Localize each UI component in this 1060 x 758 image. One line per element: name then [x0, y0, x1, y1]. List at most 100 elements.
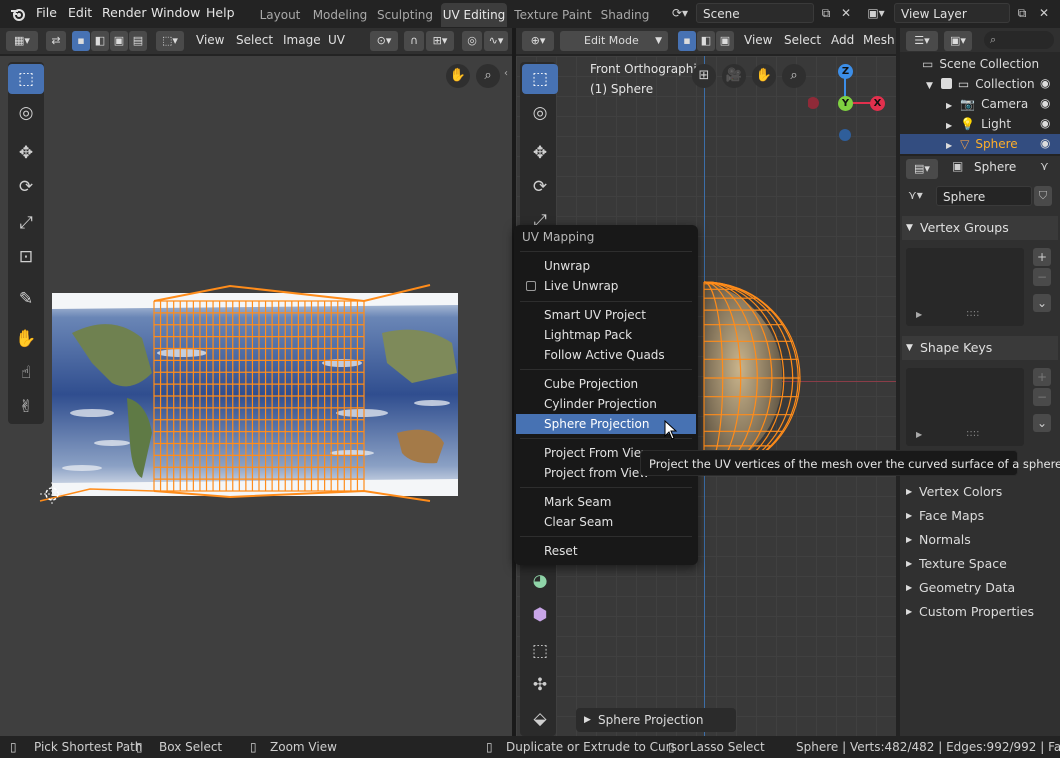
menu-item-cylinder-projection[interactable]: Cylinder Projection [516, 394, 696, 414]
list-resize-handle[interactable]: :::: [966, 428, 979, 439]
add-shape-key-button[interactable]: + [1033, 368, 1051, 386]
grid-toggle-icon[interactable]: ⊞ [692, 64, 716, 88]
eye-icon[interactable]: ◉ [1040, 116, 1050, 130]
list-resize-handle[interactable]: :::: [966, 308, 979, 319]
2d-cursor-icon[interactable] [40, 482, 64, 506]
panel-shape-keys[interactable]: ▼ Shape Keys [902, 336, 1058, 360]
outliner-search-input[interactable]: ⌕ [984, 31, 1054, 49]
snap-mode-icon[interactable]: ⊞▾ [426, 31, 454, 51]
uv-menu-image[interactable]: Image [283, 33, 321, 47]
outliner-row-camera[interactable]: ▶ 📷 Camera [900, 94, 1060, 114]
mesh-name-field[interactable]: Sphere [936, 186, 1032, 206]
live-unwrap-checkbox[interactable] [526, 281, 536, 291]
vp-rip-tool-icon[interactable]: ⬙ [522, 704, 558, 734]
menu-item-smart-uv-project[interactable]: Smart UV Project [516, 305, 696, 325]
zoom-view-icon[interactable]: ⌕ [476, 64, 500, 88]
menu-item-follow-active-quads[interactable]: Follow Active Quads [516, 345, 696, 365]
rotate-tool-icon[interactable]: ⟳ [8, 172, 44, 202]
uv-menu-view[interactable]: View [196, 33, 224, 47]
menu-file[interactable]: File [36, 5, 57, 20]
remove-shape-key-button[interactable]: − [1033, 388, 1051, 406]
expand-arrow-icon[interactable]: ▶ [946, 101, 952, 110]
vertex-mode-icon[interactable]: ▪ [678, 31, 696, 51]
include-checkbox[interactable] [940, 78, 952, 89]
edge-select-icon[interactable]: ◧ [91, 31, 109, 51]
expand-arrow-icon[interactable]: ▼ [926, 81, 933, 91]
expand-arrow-icon[interactable]: ▶ [946, 121, 952, 130]
vp-smooth-tool-icon[interactable]: ⬢ [522, 600, 558, 630]
proportional-edit-icon[interactable]: ◎ [462, 31, 482, 51]
fake-user-icon[interactable]: ⛉ [1034, 186, 1052, 206]
tab-sculpting[interactable]: Sculpting [374, 3, 436, 27]
uv-menu-uv[interactable]: UV [328, 33, 345, 47]
tab-uv-editing[interactable]: UV Editing [441, 3, 507, 27]
list-expand-icon[interactable]: ▶ [916, 310, 922, 319]
menu-window[interactable]: Window [151, 5, 200, 20]
menu-render[interactable]: Render [102, 5, 147, 20]
panel-normals[interactable]: ▶ Normals [906, 532, 971, 547]
island-select-icon[interactable]: ▤ [129, 31, 147, 51]
pivot-icon[interactable]: ⊙▾ [370, 31, 398, 51]
new-scene-icon[interactable]: ⧉ [816, 3, 836, 23]
blender-logo-icon[interactable] [9, 5, 27, 23]
shape-key-specials-icon[interactable]: ⌄ [1033, 414, 1051, 432]
panel-vertex-groups[interactable]: ▼ Vertex Groups [902, 216, 1058, 240]
menu-edit[interactable]: Edit [68, 5, 92, 20]
sidebar-toggle-icon[interactable]: ‹ [504, 68, 512, 84]
gizmo-z-icon[interactable]: Z [838, 64, 853, 79]
new-view-layer-icon[interactable]: ⧉ [1012, 3, 1032, 23]
vp-zoom-icon[interactable]: ⌕ [782, 64, 806, 88]
tab-shading[interactable]: Shading [598, 3, 652, 27]
vp-pan-icon[interactable]: ✋ [752, 64, 776, 88]
eye-icon[interactable]: ◉ [1040, 76, 1050, 90]
tab-layout[interactable]: Layout [254, 3, 306, 27]
delete-scene-icon[interactable]: ✕ [836, 3, 856, 23]
menu-item-unwrap[interactable]: Unwrap [516, 256, 696, 276]
menu-item-reset[interactable]: Reset [516, 541, 696, 561]
vp-rotate-tool-icon[interactable]: ⟳ [522, 172, 558, 202]
vp-select-tool-icon[interactable]: ⬚ [522, 64, 558, 94]
outliner[interactable]: ☰▾ ▣▾ ⌕ ▭ Scene Collection ▼ ▭ Collection ▶… [900, 28, 1060, 154]
vp-move-tool-icon[interactable]: ✥ [522, 138, 558, 168]
vp-shrink-tool-icon[interactable]: ✣ [522, 670, 558, 700]
properties-type-icon[interactable]: ▤▾ [906, 159, 938, 179]
panel-custom-properties[interactable]: ▶ Custom Properties [906, 604, 1034, 619]
delete-view-layer-icon[interactable]: ✕ [1034, 3, 1054, 23]
menu-item-lightmap-pack[interactable]: Lightmap Pack [516, 325, 696, 345]
tab-modeling[interactable]: Modeling [310, 3, 370, 27]
gizmo-x-icon[interactable]: X [870, 96, 885, 111]
edge-mode-icon[interactable]: ◧ [697, 31, 715, 51]
add-vertex-group-button[interactable]: + [1033, 248, 1051, 266]
tab-texture-paint[interactable]: Texture Paint [512, 3, 594, 27]
menu-item-live-unwrap[interactable]: Live Unwrap [516, 276, 696, 296]
vertex-group-specials-icon[interactable]: ⌄ [1033, 294, 1051, 312]
uv-editor-canvas[interactable]: ⬚ ◎ ✥ ⟳ ⤢ ⊡ ✎ ✋ ☝ ✌ ✋ ⌕ ‹ [0, 56, 512, 736]
shape-keys-list[interactable] [906, 368, 1024, 446]
vertex-select-icon[interactable]: ▪ [72, 31, 90, 51]
view-layer-field[interactable]: View Layer [894, 3, 1010, 23]
uv-menu-select[interactable]: Select [236, 33, 273, 47]
vp-cursor-tool-icon[interactable]: ◎ [522, 98, 558, 128]
editor-type-icon[interactable]: ▦▾ [6, 31, 38, 51]
pan-view-icon[interactable]: ✋ [446, 64, 470, 88]
eye-icon[interactable]: ◉ [1040, 136, 1050, 150]
properties-editor[interactable]: ▤▾ ▣ Sphere ⋎ ⋎▾ Sphere ⛉ [900, 156, 1060, 736]
outliner-row-scene-collection[interactable]: ▭ Scene Collection [900, 54, 1060, 74]
uv-mesh-overlay[interactable] [30, 281, 450, 511]
face-select-icon[interactable]: ▣ [110, 31, 128, 51]
outliner-row-sphere[interactable]: ▶ ▽ Sphere [900, 134, 1060, 154]
remove-vertex-group-button[interactable]: − [1033, 268, 1051, 286]
panel-geometry-data[interactable]: ▶ Geometry Data [906, 580, 1015, 595]
vp-menu-add[interactable]: Add [831, 33, 854, 47]
expand-arrow-icon[interactable]: ▶ [946, 141, 952, 150]
display-mode-icon[interactable]: ▣▾ [944, 31, 972, 51]
transform-tool-icon[interactable]: ⊡ [8, 242, 44, 272]
panel-face-maps[interactable]: ▶ Face Maps [906, 508, 984, 523]
scene-selector-icon[interactable]: ⟳▾ [666, 3, 694, 23]
cursor-tool-icon[interactable]: ◎ [8, 98, 44, 128]
gizmo-y-icon[interactable]: Y [838, 96, 853, 111]
menu-item-cube-projection[interactable]: Cube Projection [516, 374, 696, 394]
snap-icon[interactable]: ∩ [404, 31, 424, 51]
select-box-tool-icon[interactable]: ⬚ [8, 64, 44, 94]
sync-selection-icon[interactable]: ⇄ [46, 31, 66, 51]
